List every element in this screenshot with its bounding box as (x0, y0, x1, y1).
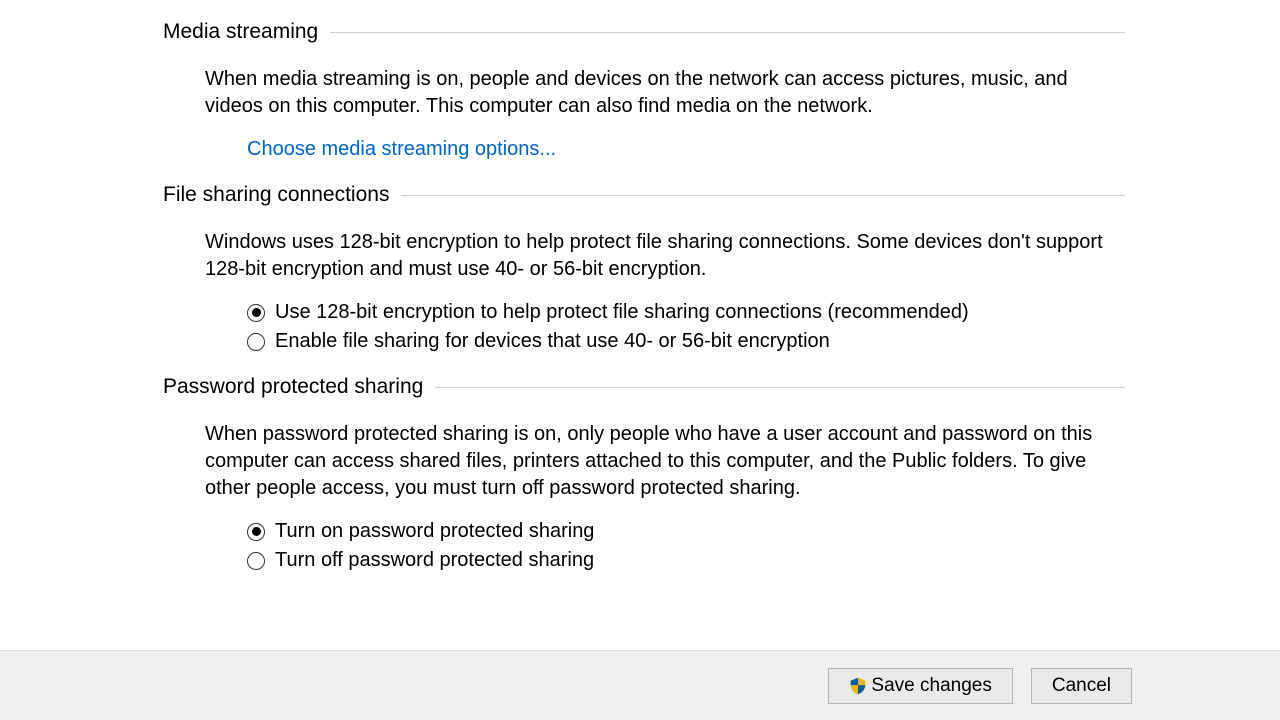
divider (435, 387, 1125, 388)
button-label: Cancel (1052, 675, 1111, 697)
group-title-media: Media streaming (163, 20, 330, 44)
group-body: Windows uses 128-bit encryption to help … (163, 229, 1125, 353)
group-header: Media streaming (163, 20, 1125, 44)
uac-shield-icon (849, 677, 867, 695)
encryption-radio-group: Use 128-bit encryption to help protect f… (247, 301, 1125, 353)
button-label: Save changes (871, 675, 991, 697)
media-description: When media streaming is on, people and d… (205, 66, 1125, 120)
radio-label: Enable file sharing for devices that use… (275, 330, 830, 353)
group-title-password: Password protected sharing (163, 375, 435, 399)
radio-password-on[interactable]: Turn on password protected sharing (247, 520, 1125, 543)
divider (401, 195, 1125, 196)
group-header: File sharing connections (163, 183, 1125, 207)
radio-button-icon (247, 523, 265, 541)
choose-media-streaming-link[interactable]: Choose media streaming options... (247, 138, 556, 161)
radio-button-icon (247, 333, 265, 351)
password-description: When password protected sharing is on, o… (205, 421, 1125, 502)
radio-button-icon (247, 552, 265, 570)
radio-label: Turn off password protected sharing (275, 549, 594, 572)
dialog-footer: Save changes Cancel (0, 650, 1280, 720)
radio-128bit-encryption[interactable]: Use 128-bit encryption to help protect f… (247, 301, 1125, 324)
radio-label: Use 128-bit encryption to help protect f… (275, 301, 969, 324)
group-body: When password protected sharing is on, o… (163, 421, 1125, 572)
radio-button-icon (247, 304, 265, 322)
group-header: Password protected sharing (163, 375, 1125, 399)
divider (330, 32, 1125, 33)
password-radio-group: Turn on password protected sharing Turn … (247, 520, 1125, 572)
group-password-sharing: Password protected sharing When password… (163, 375, 1125, 572)
settings-content: Media streaming When media streaming is … (0, 0, 1280, 650)
group-media-streaming: Media streaming When media streaming is … (163, 20, 1125, 161)
cancel-button[interactable]: Cancel (1031, 668, 1132, 704)
group-title-file-sharing: File sharing connections (163, 183, 401, 207)
radio-password-off[interactable]: Turn off password protected sharing (247, 549, 1125, 572)
file-sharing-description: Windows uses 128-bit encryption to help … (205, 229, 1125, 283)
save-changes-button[interactable]: Save changes (828, 668, 1012, 704)
group-body: When media streaming is on, people and d… (163, 66, 1125, 161)
group-file-sharing: File sharing connections Windows uses 12… (163, 183, 1125, 353)
radio-40-56bit-encryption[interactable]: Enable file sharing for devices that use… (247, 330, 1125, 353)
radio-label: Turn on password protected sharing (275, 520, 594, 543)
